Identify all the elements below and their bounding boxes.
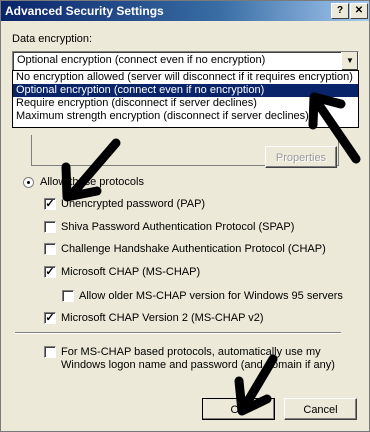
- advanced-security-settings-dialog: Advanced Security Settings ? ✕ Data encr…: [0, 0, 370, 432]
- arrow-to-pap-icon: [68, 138, 121, 198]
- annotation-arrows-icon: [61, 92, 361, 416]
- arrow-to-dropdown-icon: [314, 100, 361, 164]
